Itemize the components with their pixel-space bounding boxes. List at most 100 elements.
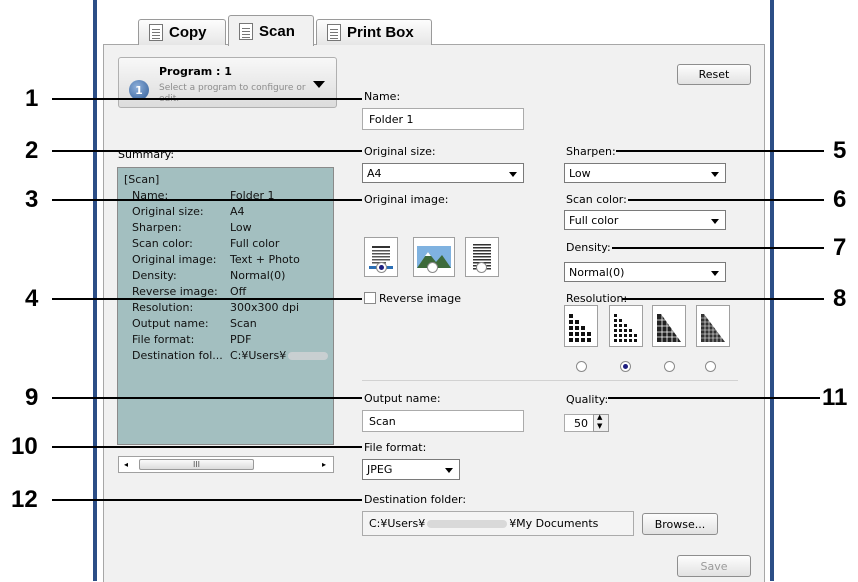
original-image-radio-text-photo[interactable]	[476, 262, 487, 273]
summary-destination-text: C:¥Users¥	[230, 349, 287, 362]
callout-line	[616, 150, 824, 152]
quality-input[interactable]: 50	[564, 414, 594, 432]
quality-stepper[interactable]: ▲ ▼	[593, 413, 609, 432]
callout-line	[52, 150, 362, 152]
program-hint: Select a program to configure or edit.	[159, 83, 306, 104]
destination-folder-input[interactable]: C:¥Users¥ ¥My Documents	[362, 511, 634, 536]
program-title: Program : 1	[159, 65, 232, 78]
resolution-option-4[interactable]	[696, 305, 730, 347]
summary-heading: [Scan]	[124, 173, 160, 186]
density-value: Normal(0)	[569, 265, 625, 279]
output-name-label: Output name:	[364, 392, 441, 405]
original-image-radio-text[interactable]	[376, 262, 387, 273]
stepper-down-icon[interactable]: ▼	[597, 422, 602, 430]
callout-line	[52, 199, 362, 201]
chevron-down-icon	[509, 172, 517, 177]
summary-value: 300x300 dpi	[230, 301, 300, 314]
summary-key: File format:	[132, 333, 195, 346]
summary-key: Reverse image:	[132, 285, 218, 298]
callout-number: 5	[833, 137, 847, 164]
density-label: Density:	[566, 241, 611, 254]
name-label: Name:	[364, 90, 401, 103]
quality-label: Quality:	[566, 393, 609, 406]
reset-button[interactable]: Reset	[677, 64, 751, 85]
callout-number: 4	[25, 285, 39, 312]
scroll-right-icon[interactable]: ▸	[322, 460, 326, 469]
callout-number: 6	[833, 186, 847, 213]
save-button[interactable]: Save	[677, 555, 751, 577]
browse-button[interactable]: Browse...	[642, 513, 718, 535]
sharpen-value: Low	[569, 166, 591, 180]
chevron-down-icon	[711, 271, 719, 276]
original-size-label: Original size:	[364, 145, 436, 158]
chevron-down-icon	[711, 219, 719, 224]
sharpen-label: Sharpen:	[566, 145, 616, 158]
resolution-medium-icon	[614, 314, 637, 342]
summary-value: C:¥Users¥	[230, 349, 329, 362]
copy-icon	[149, 24, 163, 41]
scan-color-label: Scan color:	[566, 193, 627, 206]
callout-number: 7	[833, 234, 847, 261]
section-divider	[362, 380, 738, 381]
window-frame-right	[770, 0, 774, 581]
resolution-high-icon	[657, 314, 681, 342]
callout-line	[628, 199, 824, 201]
scan-icon	[239, 22, 253, 40]
summary-key: Destination fol...	[132, 349, 223, 362]
callout-number: 8	[833, 285, 847, 312]
summary-key: Resolution:	[132, 301, 194, 314]
program-number-badge: 1	[129, 80, 149, 100]
summary-value: A4	[230, 205, 245, 218]
tab-print-box[interactable]: Print Box	[316, 19, 432, 45]
stepper-up-icon[interactable]: ▲	[597, 413, 602, 421]
reverse-image-checkbox[interactable]	[364, 292, 376, 304]
resolution-radio-3[interactable]	[664, 361, 675, 372]
callout-line	[52, 298, 362, 300]
reverse-image-label: Reverse image	[379, 292, 461, 305]
summary-key: Original image:	[132, 253, 217, 266]
summary-horizontal-scrollbar[interactable]: ◂ III ▸	[118, 456, 334, 473]
chevron-down-icon	[711, 172, 719, 177]
output-name-input[interactable]: Scan	[362, 410, 524, 432]
redacted-mark	[288, 352, 329, 360]
redacted-mark	[427, 519, 508, 528]
scrollbar-thumb[interactable]: III	[139, 459, 254, 470]
resolution-highest-icon	[701, 314, 725, 342]
scroll-left-icon[interactable]: ◂	[124, 460, 128, 469]
program-selector[interactable]: 1 Program : 1 Select a program to config…	[118, 57, 337, 108]
summary-value: Low	[230, 221, 252, 234]
callout-line	[52, 446, 362, 448]
summary-key: Original size:	[132, 205, 204, 218]
resolution-option-1[interactable]	[564, 305, 598, 347]
summary-key: Sharpen:	[132, 221, 182, 234]
destination-prefix: C:¥Users¥	[369, 517, 426, 530]
sharpen-select[interactable]: Low	[564, 163, 726, 183]
resolution-option-3[interactable]	[652, 305, 686, 347]
destination-folder-label: Destination folder:	[364, 493, 467, 506]
summary-key: Scan color:	[132, 237, 193, 250]
resolution-option-2[interactable]	[609, 305, 643, 347]
original-size-select[interactable]: A4	[362, 163, 524, 183]
callout-number: 1	[25, 85, 39, 112]
callout-number: 3	[25, 186, 39, 213]
summary-value: Off	[230, 285, 247, 298]
callout-line	[52, 499, 362, 501]
scan-color-select[interactable]: Full color	[564, 210, 726, 230]
summary-value: Full color	[230, 237, 280, 250]
print-box-icon	[327, 24, 341, 41]
original-image-radio-photo[interactable]	[427, 262, 438, 273]
name-input[interactable]: Folder 1	[362, 108, 524, 130]
file-format-select[interactable]: JPEG	[362, 459, 460, 480]
scan-color-value: Full color	[569, 213, 619, 227]
tab-scan[interactable]: Scan	[228, 15, 314, 46]
resolution-radio-2[interactable]	[620, 361, 631, 372]
tab-copy[interactable]: Copy	[138, 19, 226, 45]
resolution-radio-4[interactable]	[705, 361, 716, 372]
callout-number: 2	[25, 137, 39, 164]
file-format-value: JPEG	[367, 463, 393, 476]
callout-line	[52, 397, 362, 399]
density-select[interactable]: Normal(0)	[564, 262, 726, 282]
resolution-radio-1[interactable]	[576, 361, 587, 372]
file-format-label: File format:	[364, 441, 427, 454]
summary-panel: [Scan] Name: Folder 1 Original size: A4 …	[117, 167, 334, 445]
